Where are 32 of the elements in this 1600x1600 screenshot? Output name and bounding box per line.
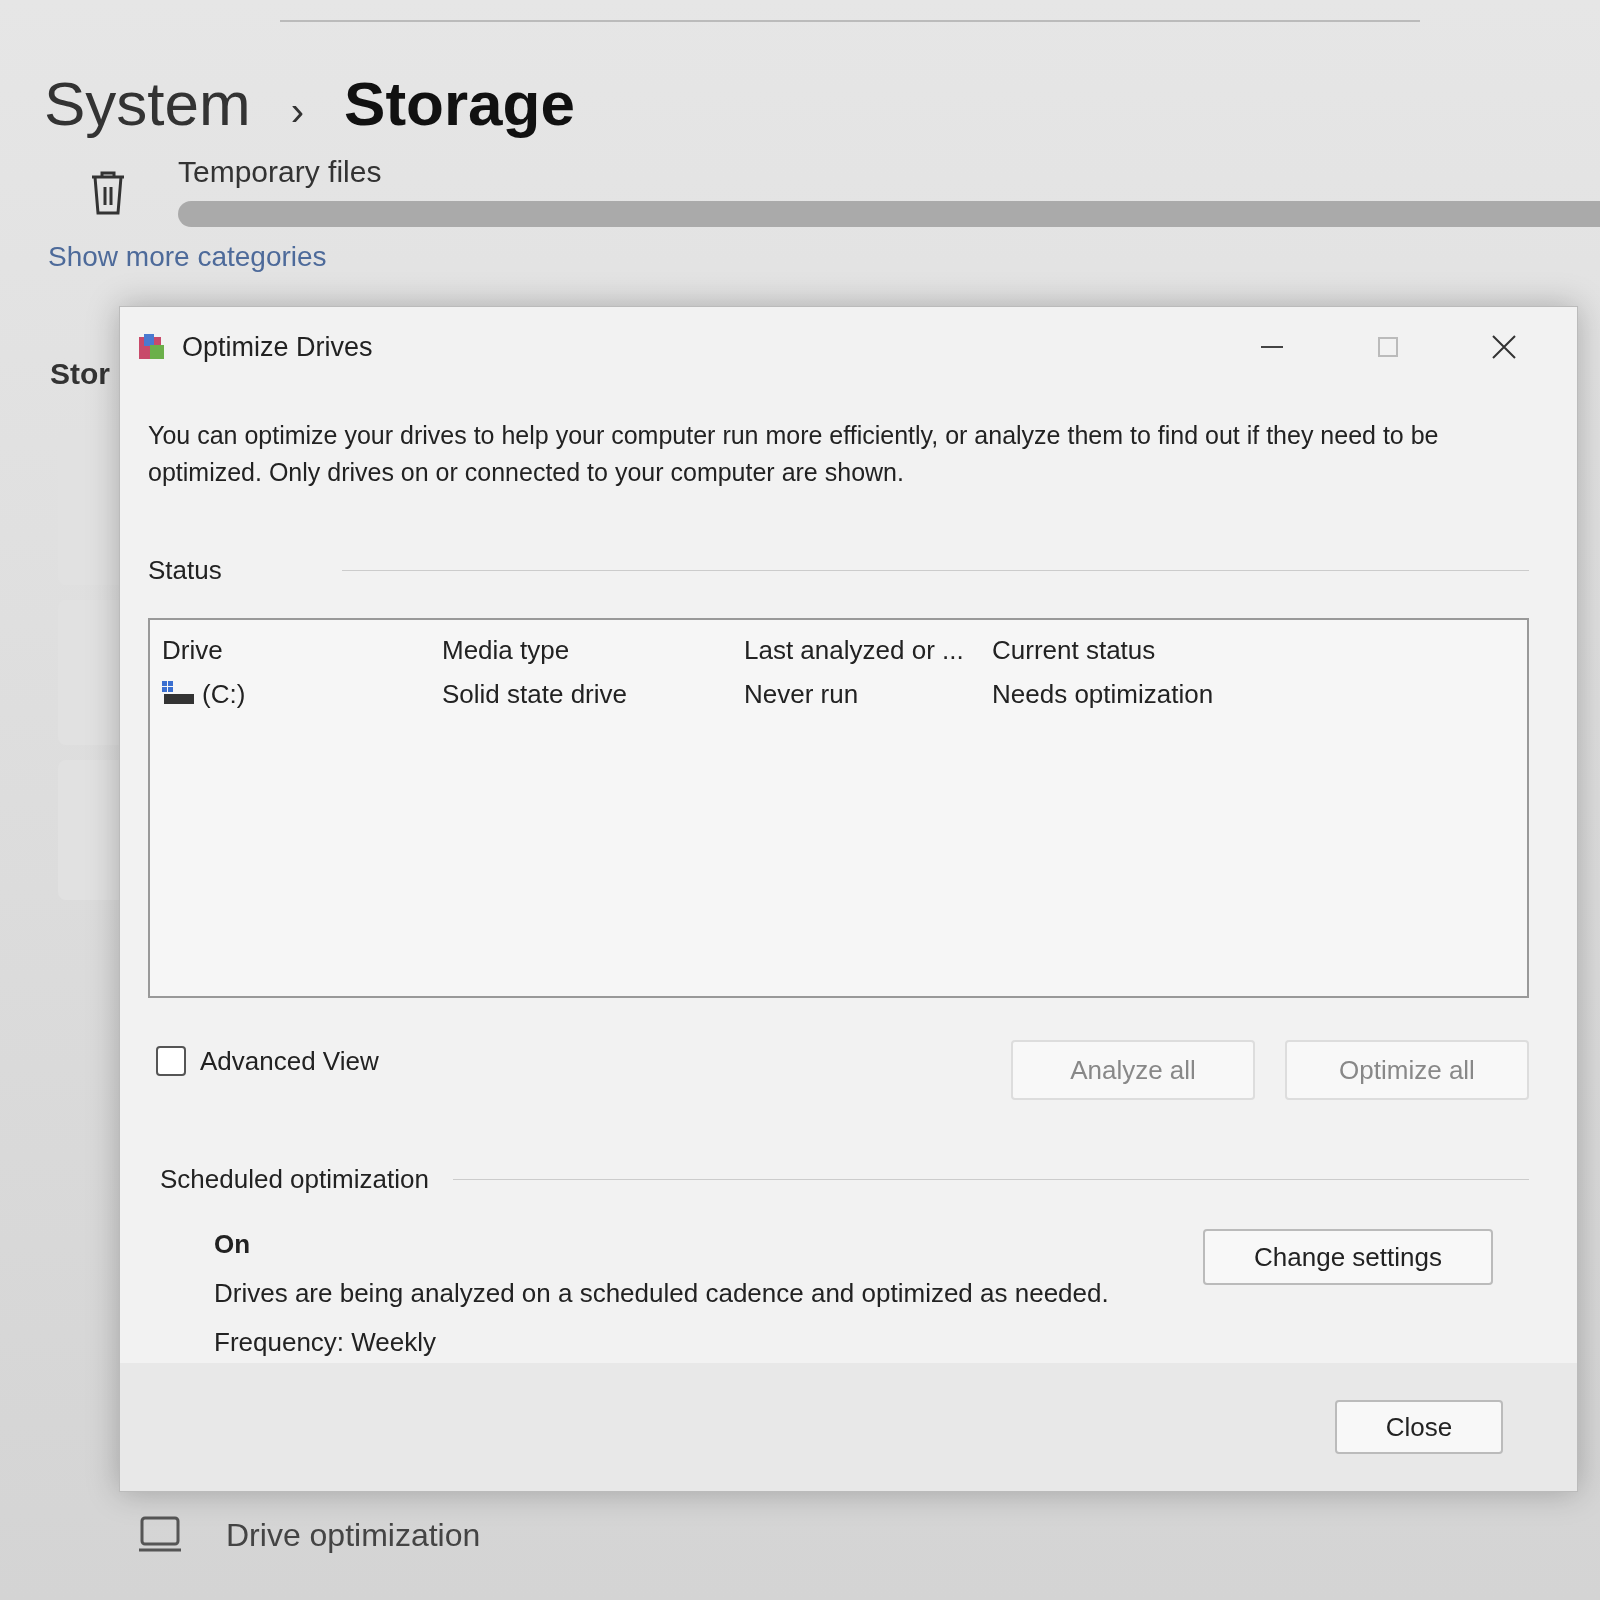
close-dialog-button[interactable]: Close [1335, 1400, 1503, 1454]
show-more-link[interactable]: Show more categories [48, 241, 327, 273]
window-title: Optimize Drives [182, 331, 373, 363]
breadcrumb-separator: › [290, 89, 305, 134]
table-row[interactable]: (C:) Solid state drive Never run Needs optimization [162, 672, 1515, 716]
section-heading: Stor [50, 357, 110, 390]
column-header[interactable]: Media type [442, 634, 744, 666]
close-icon [1491, 334, 1517, 360]
frequency-text: Frequency: Weekly [214, 1327, 438, 1358]
category-label: Temporary files [178, 155, 383, 189]
checkbox[interactable] [156, 1046, 186, 1076]
table-cell: (C:) [202, 678, 246, 710]
table-cell-text: Needs optimization [992, 678, 1215, 710]
breadcrumb-parent[interactable]: System [44, 68, 251, 139]
laptop-icon [138, 1515, 182, 1555]
schedule-description: Drives are being analyzed on a scheduled cadence and optimized as needed. [214, 1278, 1109, 1309]
table-cell-text: Solid state drive [442, 678, 628, 710]
schedule-state: On [214, 1229, 252, 1260]
change-settings-button[interactable]: Change settings [1203, 1229, 1493, 1285]
drive-icon [162, 681, 196, 707]
column-header[interactable]: Last analyzed or ... [744, 634, 992, 666]
column-header[interactable]: Current status [992, 634, 1292, 666]
table-cell-text: Never run [744, 678, 860, 710]
checkbox-label: Advanced View [200, 1045, 379, 1077]
maximize-icon [1375, 334, 1401, 360]
column-header[interactable]: Drive [162, 634, 442, 666]
description-text: You can optimize your drives to help your computer run more efficiently, or analyze them to find out if they need to be optimized. Only drives on or connected to your computer are shown. [148, 420, 1440, 488]
minimize-icon [1259, 345, 1285, 349]
group-label: Status [148, 555, 222, 586]
page-title: Storage [344, 68, 575, 139]
group-label: Scheduled optimization [160, 1164, 429, 1195]
drive-optimization-item[interactable]: Drive optimization [226, 1516, 481, 1554]
